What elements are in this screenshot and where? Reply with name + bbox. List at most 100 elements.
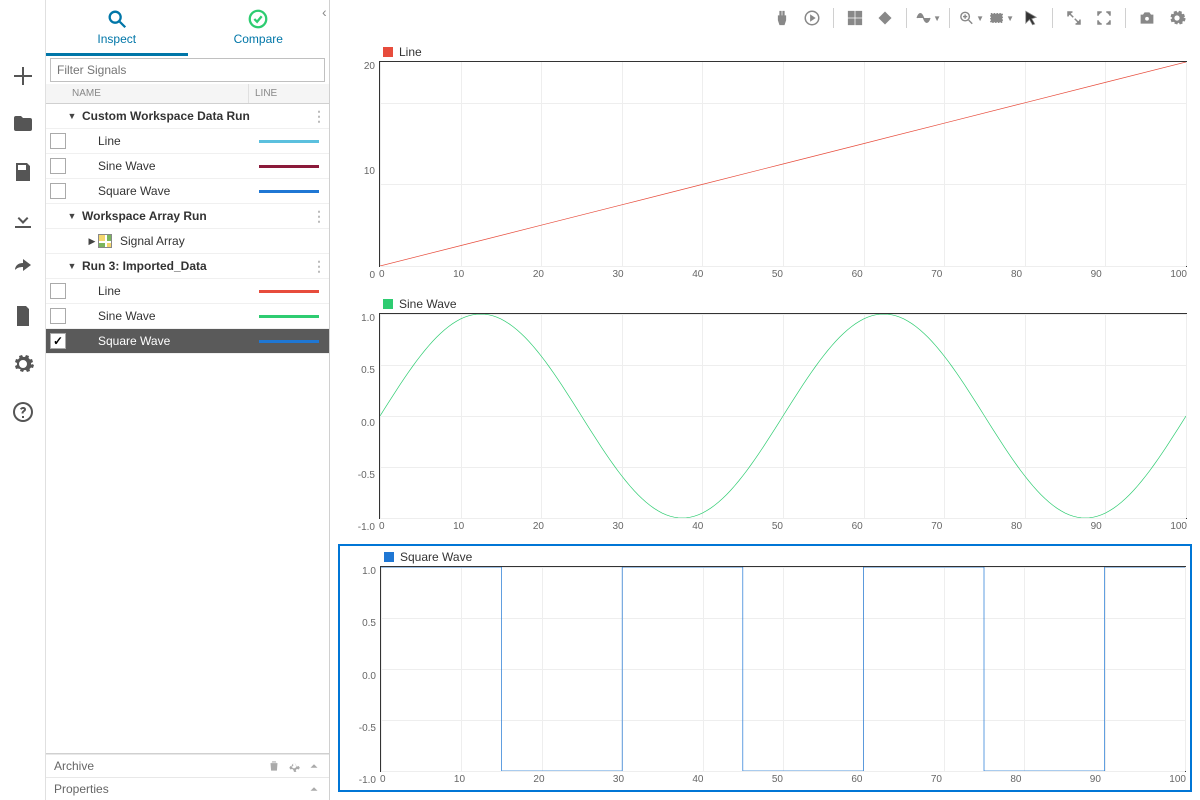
plot-canvas[interactable]	[379, 61, 1187, 267]
fullscreen-icon[interactable]	[1091, 5, 1117, 31]
array-icon	[98, 234, 112, 248]
chevron-right-icon[interactable]: ▶	[86, 236, 98, 247]
tab-compare[interactable]: Compare	[188, 0, 330, 56]
fit-icon[interactable]: ▼	[988, 5, 1014, 31]
checkbox[interactable]	[50, 283, 66, 299]
report-icon[interactable]	[7, 300, 39, 332]
snapshot-icon[interactable]	[1134, 5, 1160, 31]
x-axis: 0102030405060708090100	[379, 519, 1187, 533]
clear-icon[interactable]	[872, 5, 898, 31]
more-icon[interactable]: ⋮	[312, 258, 325, 275]
checkbox[interactable]	[50, 183, 66, 199]
filter-box	[50, 58, 325, 82]
signal-row[interactable]: Square Wave	[46, 179, 329, 204]
group-row[interactable]: ▼ Custom Workspace Data Run ⋮	[46, 104, 329, 129]
chevron-down-icon[interactable]: ▼	[66, 211, 78, 221]
legend-swatch	[383, 47, 393, 57]
plot-area: ‹ ▼ ▼ ▼ Line 20100	[330, 0, 1200, 800]
archive-label: Archive	[54, 759, 261, 773]
more-icon[interactable]: ⋮	[312, 108, 325, 125]
signal-panel: Inspect Compare NAME LINE ▼ Custom Works…	[46, 0, 330, 800]
plot-title: Sine Wave	[399, 297, 457, 311]
pan-icon[interactable]	[769, 5, 795, 31]
signal-tree: ▼ Custom Workspace Data Run ⋮ Line Sine …	[46, 104, 329, 753]
checkbox[interactable]	[50, 133, 66, 149]
signal-row[interactable]: ▶ Signal Array	[46, 229, 329, 254]
signal-row[interactable]: Sine Wave	[46, 304, 329, 329]
export-icon[interactable]	[7, 252, 39, 284]
properties-row[interactable]: Properties	[46, 777, 329, 800]
plot-title: Line	[399, 45, 422, 59]
signal-label: Square Wave	[94, 334, 259, 348]
y-axis: 1.00.50.0-0.5-1.0	[344, 566, 380, 786]
line-sample	[259, 140, 319, 143]
line-sample	[259, 290, 319, 293]
preferences-icon[interactable]	[1164, 5, 1190, 31]
folder-icon[interactable]	[7, 108, 39, 140]
chevron-up-icon[interactable]	[307, 759, 321, 773]
column-name: NAME	[66, 84, 249, 103]
signal-label: Signal Array	[116, 234, 329, 248]
signal-row[interactable]: Square Wave	[46, 329, 329, 354]
more-icon[interactable]: ⋮	[312, 208, 325, 225]
y-axis: 20100	[343, 61, 379, 281]
help-icon[interactable]	[7, 396, 39, 428]
legend-swatch	[384, 552, 394, 562]
import-icon[interactable]	[7, 204, 39, 236]
chevron-down-icon[interactable]: ▼	[66, 261, 78, 271]
settings-icon[interactable]	[7, 348, 39, 380]
plot-line[interactable]: Line 20100 0102030405060708090100	[338, 40, 1192, 286]
column-line: LINE	[249, 84, 329, 103]
left-toolbar	[0, 0, 46, 800]
gear-icon[interactable]	[287, 759, 301, 773]
line-sample	[259, 340, 319, 343]
checkbox[interactable]	[50, 333, 66, 349]
check-circle-icon	[247, 8, 269, 30]
play-cursor-icon[interactable]	[799, 5, 825, 31]
signal-row[interactable]: Line	[46, 279, 329, 304]
legend-swatch	[383, 299, 393, 309]
filter-input[interactable]	[51, 59, 324, 81]
save-icon[interactable]	[7, 156, 39, 188]
plot-canvas[interactable]	[379, 313, 1187, 519]
plot-square[interactable]: Square Wave 1.00.50.0-0.5-1.0 0102030405…	[338, 544, 1192, 792]
signal-label: Line	[94, 134, 259, 148]
line-sample	[259, 315, 319, 318]
panel-footer: Archive Properties	[46, 753, 329, 800]
zoom-in-icon[interactable]: ▼	[958, 5, 984, 31]
layout-grid-icon[interactable]	[842, 5, 868, 31]
tab-compare-label: Compare	[234, 32, 283, 46]
tab-inspect-label: Inspect	[97, 32, 136, 46]
line-sample	[259, 190, 319, 193]
column-headers: NAME LINE	[46, 84, 329, 104]
chevron-up-icon[interactable]	[307, 782, 321, 796]
archive-row[interactable]: Archive	[46, 754, 329, 777]
trash-icon[interactable]	[267, 759, 281, 773]
signal-row[interactable]: Line	[46, 129, 329, 154]
properties-label: Properties	[54, 782, 301, 796]
magnifier-icon	[106, 8, 128, 30]
x-axis: 0102030405060708090100	[379, 267, 1187, 281]
group-label: Workspace Array Run	[78, 209, 329, 223]
chevron-down-icon[interactable]: ▼	[66, 111, 78, 121]
signal-row[interactable]: Sine Wave	[46, 154, 329, 179]
group-row[interactable]: ▼ Workspace Array Run ⋮	[46, 204, 329, 229]
maximize-icon[interactable]	[1061, 5, 1087, 31]
y-axis: 1.00.50.0-0.5-1.0	[343, 313, 379, 533]
plot-sine[interactable]: Sine Wave 1.00.50.0-0.5-1.0 010203040506…	[338, 292, 1192, 538]
collapse-icon[interactable]: ‹	[322, 4, 327, 20]
signal-label: Sine Wave	[94, 159, 259, 173]
checkbox[interactable]	[50, 158, 66, 174]
add-icon[interactable]	[7, 60, 39, 92]
pointer-icon[interactable]	[1018, 5, 1044, 31]
plot-canvas[interactable]	[380, 566, 1186, 772]
group-row[interactable]: ▼ Run 3: Imported_Data ⋮	[46, 254, 329, 279]
signal-label: Sine Wave	[94, 309, 259, 323]
line-sample	[259, 165, 319, 168]
signal-label: Square Wave	[94, 184, 259, 198]
group-label: Run 3: Imported_Data	[78, 259, 329, 273]
checkbox[interactable]	[50, 308, 66, 324]
signal-label: Line	[94, 284, 259, 298]
signal-icon[interactable]: ▼	[915, 5, 941, 31]
tab-inspect[interactable]: Inspect	[46, 0, 188, 56]
